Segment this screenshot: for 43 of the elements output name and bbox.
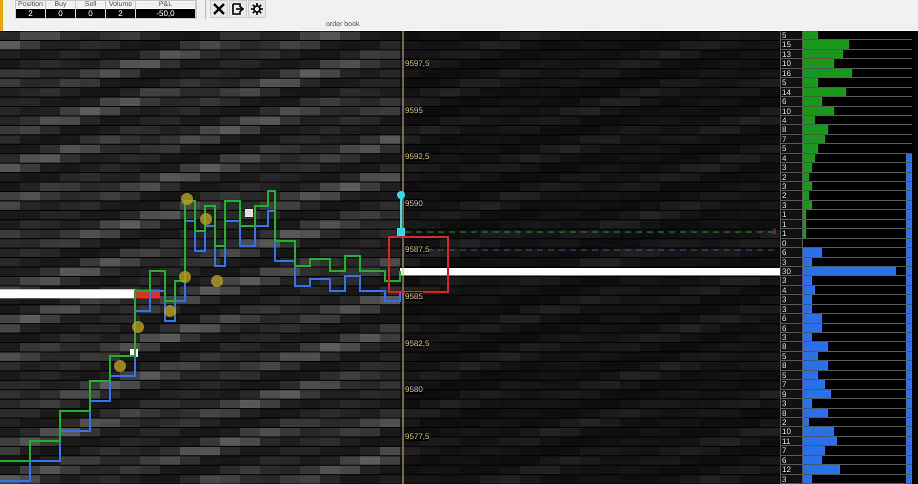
size-cell: 8 <box>780 125 803 134</box>
size-cell: 3 <box>780 295 803 304</box>
stat-value: -50,0 <box>136 9 195 18</box>
price-label: 9580 <box>405 385 423 394</box>
size-cell: 3 <box>780 399 803 408</box>
size-cell: 12 <box>780 465 803 474</box>
stat-value: 0 <box>76 9 105 18</box>
size-cell: 2 <box>780 191 803 200</box>
price-label: 9592,5 <box>405 152 430 162</box>
size-cell: 3 <box>780 333 803 342</box>
size-cell: 3 <box>780 182 803 190</box>
size-cell: 15 <box>780 40 803 49</box>
size-cell: 10 <box>780 59 803 68</box>
highlight-box <box>388 236 449 293</box>
size-cell: 6 <box>780 97 803 106</box>
size-cell: 5 <box>780 144 803 153</box>
order-marker-drawing <box>397 191 405 236</box>
price-label: 9585 <box>405 292 423 301</box>
size-cell: 10 <box>780 427 803 436</box>
price-label: 9597,5 <box>405 59 430 68</box>
order-count: 3 <box>772 227 776 236</box>
price-label: 9587,5 <box>405 245 430 254</box>
stat-value: 2 <box>106 9 135 18</box>
size-cell: 5 <box>780 78 803 87</box>
exit-button[interactable] <box>229 0 247 18</box>
size-cell: 1 <box>780 229 803 238</box>
size-cell: 6 <box>780 314 803 323</box>
settings-icon <box>251 3 263 15</box>
size-cell: 3 <box>780 276 803 285</box>
stat-value: 0 <box>46 9 75 18</box>
size-cell: 7 <box>780 446 803 455</box>
size-cell: 5 <box>780 31 803 40</box>
settings-button[interactable] <box>248 0 266 18</box>
size-cell: 6 <box>780 248 803 256</box>
size-cell: 8 <box>780 361 803 370</box>
size-cell: 3 <box>780 163 803 172</box>
size-cell: 1 <box>780 210 803 219</box>
size-cell: 7 <box>780 380 803 389</box>
size-cell: 8 <box>780 342 803 351</box>
exit-icon <box>232 3 244 15</box>
close-button[interactable] <box>210 0 228 18</box>
close-icon <box>213 3 225 15</box>
stat-value: 2 <box>16 9 45 18</box>
